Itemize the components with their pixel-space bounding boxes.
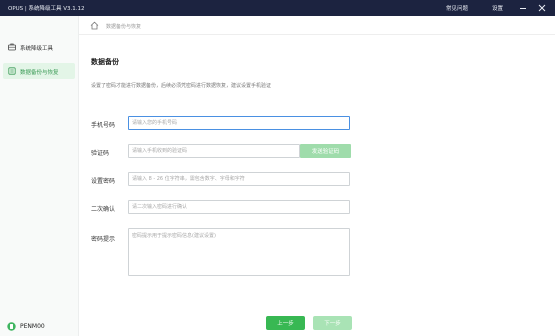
password-label: 设置密码 <box>91 178 116 185</box>
sidebar-item-backup-restore[interactable]: 数据备份与恢复 <box>3 63 75 79</box>
title-bar: OPUS | 系统降级工具 V3.1.12 常见问题 设置 <box>0 0 555 16</box>
home-icon[interactable] <box>90 21 99 30</box>
header-divider <box>79 34 555 35</box>
phone-label: 手机号码 <box>91 122 116 129</box>
prev-step-button[interactable]: 上一步 <box>266 316 305 330</box>
password-hint-textarea[interactable] <box>128 228 350 276</box>
phone-input[interactable] <box>128 116 350 130</box>
close-icon[interactable] <box>538 4 546 12</box>
sidebar-item-label: 系统降级工具 <box>20 46 54 52</box>
next-step-button[interactable]: 下一步 <box>313 316 352 330</box>
sidebar: 系统降级工具 数据备份与恢复 PENM00 <box>0 16 79 336</box>
main-content: 数据备份与恢复 数据备份 设置了密码才能进行数据备份，后续必须凭密码进行数据恢复… <box>79 16 555 336</box>
breadcrumb: 数据备份与恢复 <box>106 24 142 30</box>
code-label: 验证码 <box>91 150 110 157</box>
send-code-button[interactable]: 发送验证码 <box>300 144 351 158</box>
page-description: 设置了密码才能进行数据备份，后续必须凭密码进行数据恢复，建议设置手机验证 <box>91 83 272 89</box>
code-input[interactable] <box>128 144 300 158</box>
toolbox-icon <box>8 43 16 51</box>
sidebar-item-downgrade-tool[interactable]: 系统降级工具 <box>3 39 75 55</box>
app-title: OPUS | 系统降级工具 V3.1.12 <box>8 6 85 12</box>
password-input[interactable] <box>128 172 350 186</box>
sidebar-item-label: 数据备份与恢复 <box>20 70 59 76</box>
device-avatar-icon <box>7 322 16 331</box>
faq-link[interactable]: 常见问题 <box>446 4 468 12</box>
page-title: 数据备份 <box>91 58 119 66</box>
device-name: PENM00 <box>20 323 45 330</box>
settings-link[interactable]: 设置 <box>492 4 503 12</box>
minimize-icon[interactable] <box>519 4 528 12</box>
backup-icon <box>8 67 16 75</box>
hint-label: 密码提示 <box>91 236 116 243</box>
confirm-password-input[interactable] <box>128 200 350 214</box>
confirm-label: 二次确认 <box>91 206 116 213</box>
device-info[interactable]: PENM00 <box>0 319 78 333</box>
